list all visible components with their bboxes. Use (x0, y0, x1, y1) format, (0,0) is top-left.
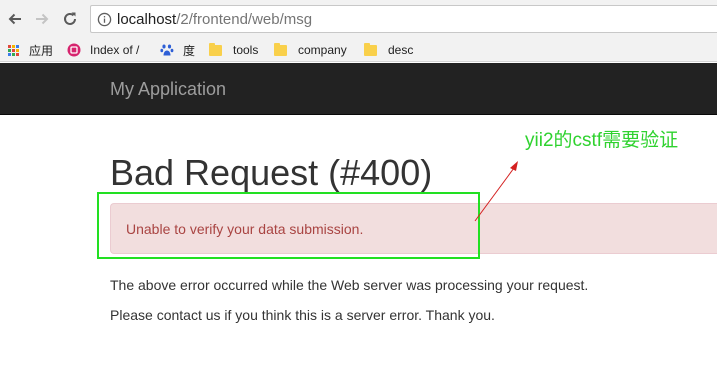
annotation-arrow-icon (474, 161, 518, 222)
